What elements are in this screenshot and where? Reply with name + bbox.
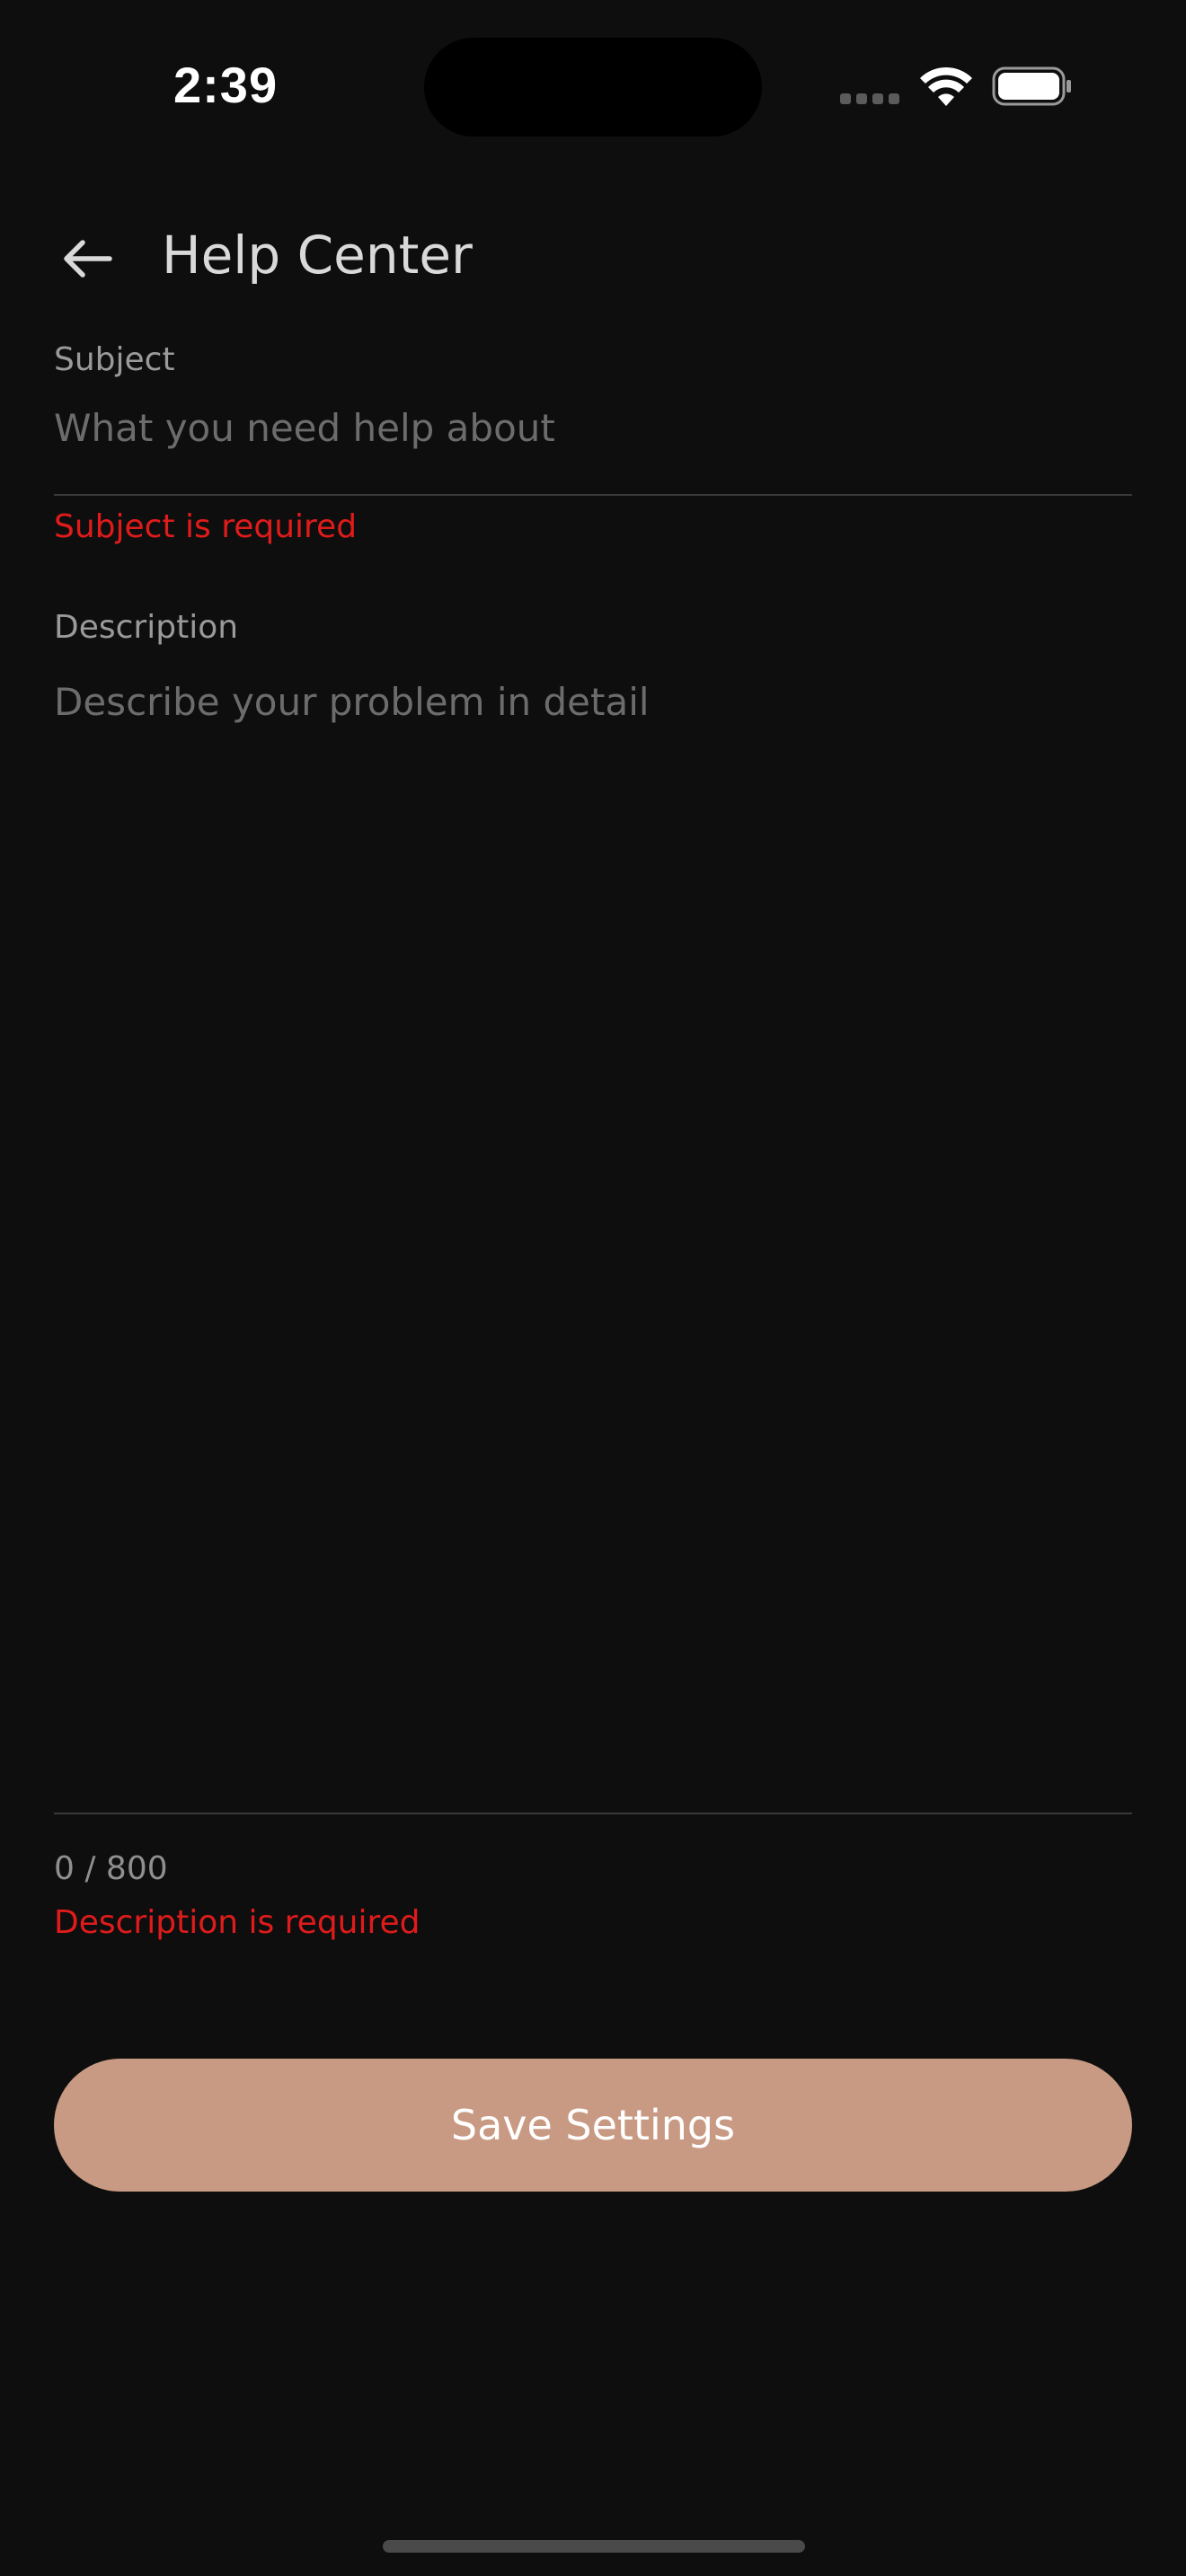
save-settings-button[interactable]: Save Settings — [54, 2059, 1132, 2192]
page-title: Help Center — [162, 225, 473, 286]
dynamic-island — [424, 38, 762, 137]
description-error: Description is required — [54, 1904, 420, 1941]
save-settings-label: Save Settings — [450, 2101, 736, 2149]
arrow-left-icon — [64, 240, 112, 278]
subject-input[interactable] — [54, 401, 1132, 454]
subject-error: Subject is required — [54, 508, 358, 545]
character-counter: 0 / 800 — [54, 1850, 168, 1887]
wifi-icon — [920, 66, 972, 106]
back-button[interactable] — [54, 230, 119, 287]
subject-underline — [54, 494, 1132, 496]
description-input[interactable] — [54, 677, 1132, 1791]
home-indicator[interactable] — [383, 2540, 805, 2553]
cellular-signal-icon — [840, 93, 901, 106]
description-underline — [54, 1813, 1132, 1814]
subject-label: Subject — [54, 341, 175, 378]
battery-icon — [992, 66, 1071, 106]
status-time: 2:39 — [173, 57, 279, 113]
description-label: Description — [54, 609, 239, 646]
